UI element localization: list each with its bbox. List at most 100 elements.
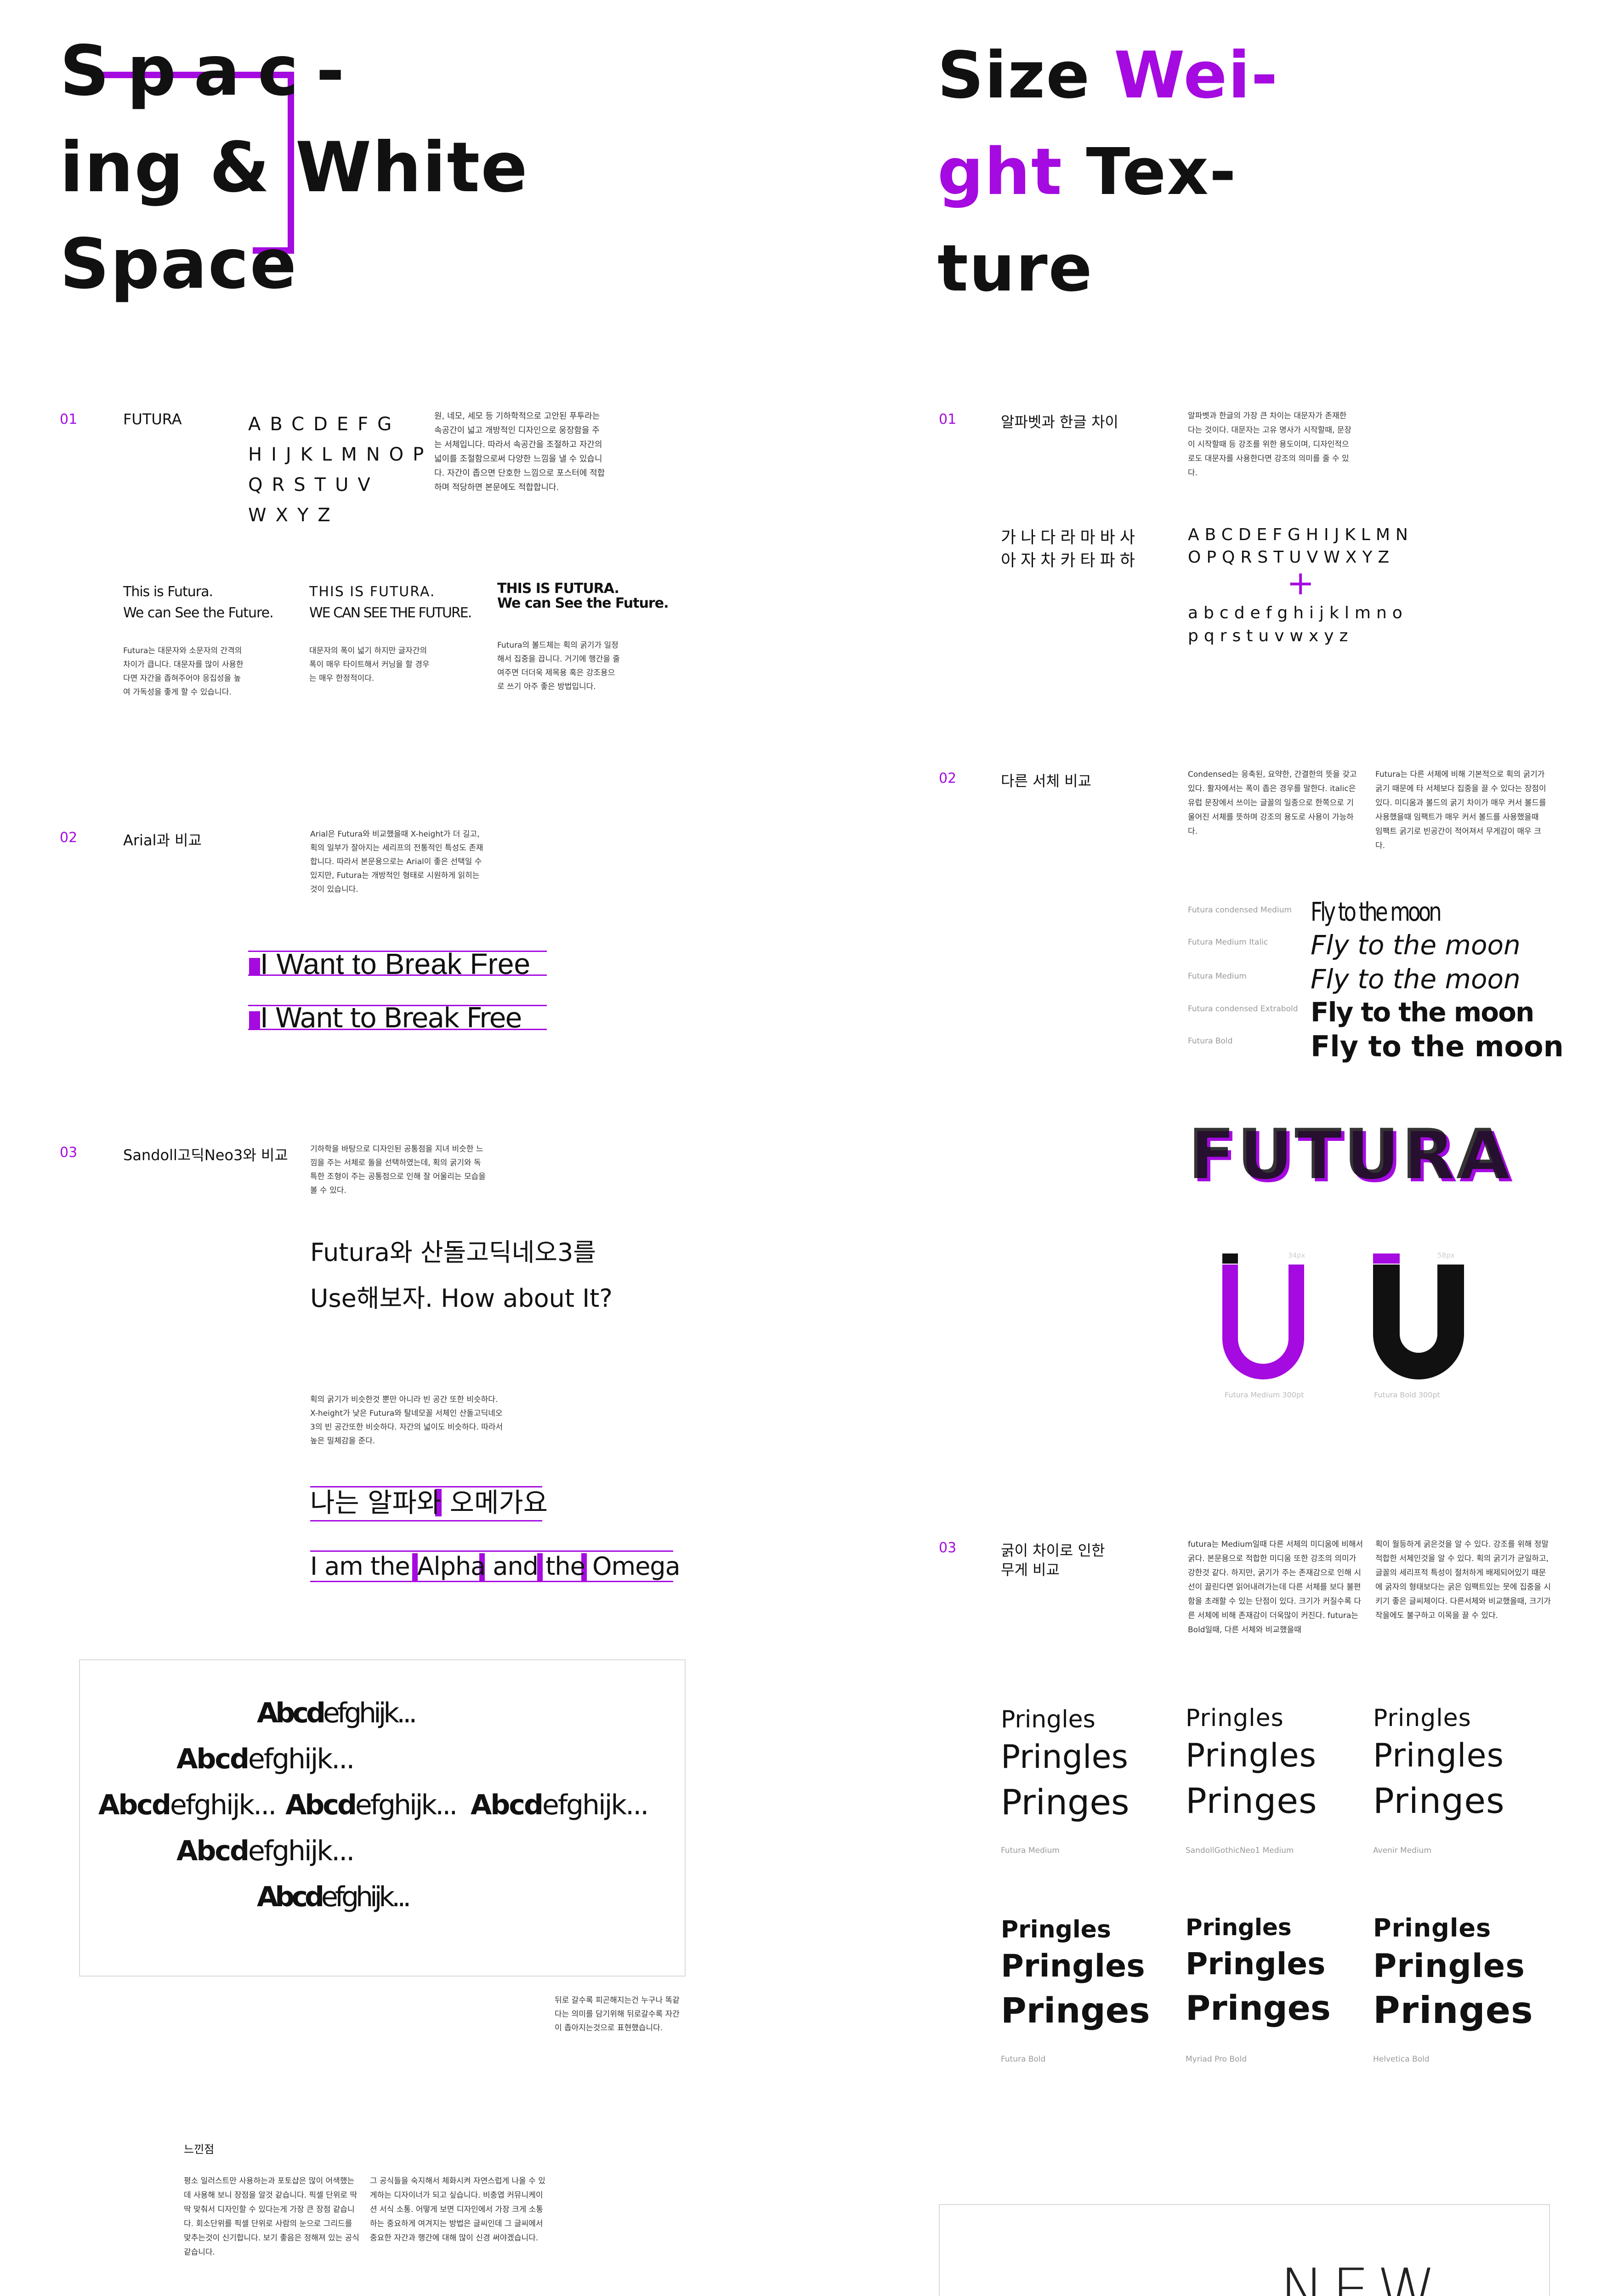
title-line-3: Space — [60, 224, 298, 304]
section-03-description: 기하학을 바탕으로 디자인된 공통점을 지녀 비슷한 느낌을 주는 서체로 돌을… — [310, 1145, 486, 1195]
pringles-small: Pringles — [1373, 1914, 1492, 1943]
alphabet-line: WXYZ — [248, 505, 340, 526]
abc-bold: Abcd — [285, 1789, 357, 1821]
fly-label: Futura Bold — [1188, 1037, 1233, 1046]
right-title: Size Wei- ght Tex- ture — [937, 28, 1279, 317]
pringles-col-avenir-medium: Pringles Pringles Pringes — [1373, 1706, 1505, 1818]
section-01-description: 원, 네모, 세모 등 기하학적으로 고안된 푸투라는 속공간이 넓고 개방적인… — [434, 411, 605, 492]
pringles-col-futura-medium: Pringles Pringles Pringes — [1001, 1708, 1130, 1820]
sample-line-1: This is Futura. — [123, 584, 213, 600]
right-title-line-2: ght Tex- — [937, 124, 1279, 221]
sample-description: 대문자의 폭이 넓기 하지만 글자간의 폭이 매우 타이트해서 커닝을 할 경우… — [309, 646, 430, 683]
right-section-01-number: 01 — [939, 411, 957, 427]
pringles-small: Pringles — [1001, 1706, 1095, 1733]
section-03-number: 03 — [60, 1145, 78, 1161]
abc-row-4: Abcdefghijk... — [176, 1835, 355, 1867]
arial-sample: I Want to Break Free — [260, 947, 531, 980]
right-section-02-label: 다른 서체 비교 — [1001, 772, 1091, 790]
u-bold-size: 58px — [1437, 1251, 1455, 1259]
pringles-small: Pringles — [1186, 1704, 1284, 1732]
pringles-mid: Pringles — [1001, 1738, 1128, 1776]
fly-sample-condensed: Fly to the moon — [1311, 897, 1442, 927]
u-medium-size: 34px — [1288, 1251, 1305, 1259]
pringles-large: Pringes — [1001, 1782, 1130, 1823]
abc-bold: Abcd — [176, 1743, 250, 1775]
lower-line-1: abcdefghijklmno — [1188, 604, 1408, 622]
abc-row-3c: Abcdefghijk... — [471, 1789, 649, 1821]
fly-sample-italic: Fly to the moon — [1311, 929, 1521, 961]
pringles-large: Pringes — [1186, 1780, 1317, 1821]
right-section-03-label-2: 무게 비교 — [1001, 1561, 1060, 1578]
upper-line-1: ABCDEFGHIJKLMN — [1188, 525, 1413, 544]
alphabet-block: ABCDEFG HIJKLMNOP QRSTUV WXYZ — [248, 409, 433, 530]
title-line-2: ing & White — [60, 128, 528, 208]
title-size: Size — [937, 38, 1091, 113]
fly-sample-medium: Fly to the moon — [1311, 963, 1521, 995]
feel-title: 느낀점 — [184, 2143, 215, 2156]
right-section-03-number: 03 — [939, 1540, 957, 1556]
u-medium-letter — [1222, 1265, 1304, 1379]
sample-line-2: We can See the Future. — [497, 595, 669, 611]
kr-compare: 나는 알파와 오메가요 I am the Alpha and the Omega — [310, 1482, 681, 1593]
guide-marker — [249, 958, 260, 974]
abc-bold: Abcd — [257, 1697, 326, 1729]
plus-sign: + — [1287, 564, 1315, 602]
abc-bold: Abcd — [176, 1835, 250, 1867]
sample-description: Futura의 볼드체는 획의 굵기가 일정해서 집중을 끕니다. 거기에 행간… — [497, 641, 620, 691]
font-label: Futura Bold — [1001, 2055, 1046, 2064]
big-sample-2: Use해보자. How about It? — [310, 1284, 613, 1313]
alphabet-line: ABCDEFG — [248, 414, 401, 435]
futura-big: FUTURA — [1188, 1115, 1511, 1195]
abc-rest: efghijk... — [323, 1697, 417, 1729]
abc-rest: efghijk... — [170, 1789, 277, 1821]
title-line-1: Spac- — [60, 31, 362, 111]
abc-row-5: Abcdefghijk... — [257, 1881, 411, 1913]
section-02-number: 02 — [60, 830, 78, 846]
fly-label: Futura condensed Extrabold — [1188, 1004, 1298, 1014]
section-01-number: 01 — [60, 411, 78, 427]
fly-label: Futura condensed Medium — [1188, 906, 1292, 915]
pringles-col-helvetica-bold: Pringles Pringles Pringes — [1373, 1916, 1533, 2029]
u-medium — [1222, 1253, 1305, 1379]
futura-sample-2: THIS IS FUTURA. WE CAN SEE THE FUTURE. 대… — [309, 581, 484, 685]
right-title-line-1: Size Wei- — [937, 28, 1279, 124]
right-section-01-description: 알파벳과 한글의 가장 큰 차이는 대문자가 존재한다는 것이다. 대문자는 고… — [1188, 411, 1352, 478]
pringles-mid: Pringles — [1186, 1737, 1317, 1774]
abc-rest: efghijk... — [542, 1789, 649, 1821]
guide-line — [310, 1520, 542, 1521]
pringles-mid: Pringles — [1373, 1737, 1504, 1774]
section-03-label: Sandoll고딕Neo3와 비교 — [123, 1146, 288, 1164]
alphabet-line: QRSTUV — [248, 474, 380, 496]
big-sample-1: Futura와 산돌고딕네오3를 — [310, 1238, 596, 1267]
fly-sample-bold: Fly to the moon — [1311, 1030, 1564, 1063]
right-title-line-3: ture — [937, 231, 1093, 306]
abc-rest: efghijk... — [248, 1743, 355, 1775]
fly-label: Futura Medium Italic — [1188, 938, 1268, 947]
section-01-label: FUTURA — [123, 410, 182, 428]
sample-line-1: THIS IS FUTURA. — [497, 581, 619, 597]
section-03-description-2: 획의 굵기가 비슷한것 뿐만 아니라 빈 공간 또한 비슷하다. X-heigh… — [310, 1395, 503, 1446]
abc-bold: Abcd — [471, 1789, 544, 1821]
alphabet-line: HIJKLMNOP — [248, 444, 433, 465]
right-section-02-number: 02 — [939, 770, 957, 786]
lower-line-2: pqrstuvwxyz — [1188, 627, 1354, 645]
pringles-col-futura-bold: Pringles Pringles Pringes — [1001, 1918, 1150, 2028]
hangul-line-1: 가나다라마바사 — [1001, 528, 1140, 547]
abc-bold: Abcd — [98, 1789, 171, 1821]
abc-caption: 뒤로 갈수록 피곤해지는건 누구나 똑같다는 의미를 담기위해 뒤로갈수록 자간… — [555, 1996, 680, 2033]
pringles-mid: Pringles — [1001, 1948, 1145, 1984]
abc-rest: efghijk... — [248, 1835, 355, 1867]
section-02-description: Arial은 Futura와 비교했을때 X-height가 더 길고, 획의 … — [310, 830, 483, 894]
right-section-03-description-1: futura는 Medium일때 다른 서체의 미디움에 비해서 굵다. 본문용… — [1188, 1540, 1363, 1635]
title-wei: Wei- — [1114, 38, 1279, 113]
abc-row-1: Abcdefghijk... — [257, 1697, 417, 1729]
right-section-03-description-2: 획이 월등하게 굵은것을 알 수 있다. 강조를 위해 정말 적합한 서체인것을… — [1375, 1540, 1551, 1620]
font-label: Myriad Pro Bold — [1186, 2055, 1247, 2064]
new-box: NEW — [939, 2204, 1550, 2296]
pringles-large: Pringes — [1186, 1988, 1331, 2028]
feel-paragraph-2: 그 공식들을 숙지해서 체화시켜 자연스럽게 나올 수 있게하는 디자이너가 되… — [370, 2176, 545, 2243]
u-bold-letter — [1373, 1265, 1464, 1379]
right-section-03-label-1: 굵이 차이로 인한 — [1001, 1542, 1105, 1559]
stroke-width-marker — [1373, 1253, 1400, 1264]
section-02-label: Arial과 비교 — [123, 832, 202, 849]
